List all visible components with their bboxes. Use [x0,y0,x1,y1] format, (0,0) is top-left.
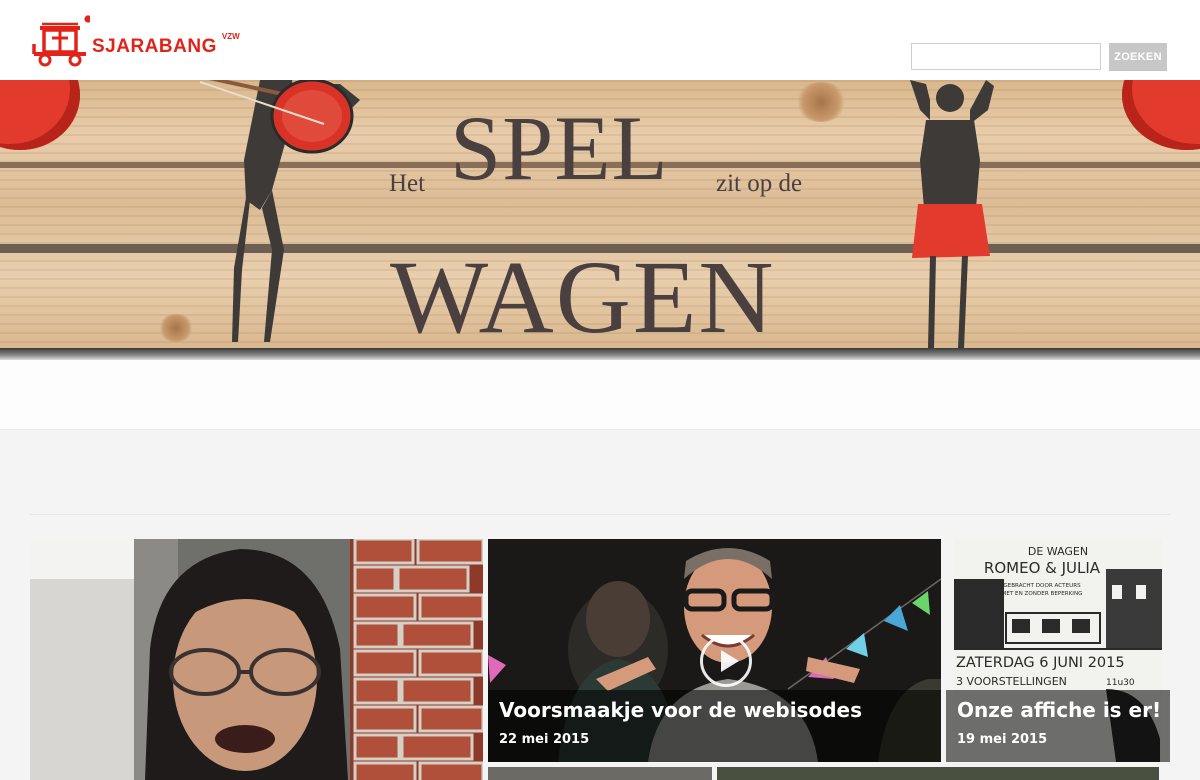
dancer-figure [910,80,994,348]
wood-knot [795,82,847,122]
curtain-left [0,80,80,150]
tile-caption: Voorsmaakje voor de webisodes 22 mei 201… [488,690,941,762]
tile-date: 22 mei 2015 [499,732,590,747]
banner-bottom-edge [0,348,1200,360]
banjo-player-figure [200,80,360,342]
section-divider [30,514,1170,515]
brand-name: SJARABANG [92,36,217,57]
news-tile-poster[interactable]: DE WAGEN ROMEO & JULIA GEBRACHT DOOR ACT… [946,539,1170,762]
banner-text-suffix: zit op de [716,170,803,197]
curtain-right [1122,80,1200,150]
banner-text-spel: SPEL [450,97,669,199]
banner-text-wagen: WAGEN [390,240,776,355]
poster-line-7: 11u30 [1106,678,1135,688]
tile-date: 19 mei 2015 [957,732,1048,747]
search-input[interactable] [911,43,1101,70]
site-logo[interactable]: SJARABANG VZW [30,14,240,68]
poster-line-5: ZATERDAG 6 JUNI 2015 [956,655,1125,671]
news-tile-portrait[interactable] [30,539,483,780]
tile-title[interactable]: Voorsmaakje voor de webisodes [499,696,930,724]
brand-suffix: VZW [221,32,240,41]
banner-text-prefix: Het [389,170,426,197]
news-tile-video[interactable]: Voorsmaakje voor de webisodes 22 mei 201… [488,539,941,762]
poster-line-1: DE WAGEN [1028,545,1088,558]
wood-knot [158,314,194,342]
news-tile-partial[interactable] [488,767,712,780]
poster-line-2: ROMEO & JULIA [984,559,1101,577]
content-spacer [0,360,1200,430]
poster-line-3: GEBRACHT DOOR ACTEURS [1003,583,1081,589]
poster-line-6: 3 VOORSTELLINGEN [956,675,1067,688]
tile-caption: Onze affiche is er! 19 mei 2015 [946,690,1170,762]
site-header: SJARABANG VZW ZOEKEN [0,0,1200,80]
play-icon[interactable] [700,635,752,687]
poster-line-4: MET EN ZONDER BEPERKING [1002,591,1083,597]
tile-title[interactable]: Onze affiche is er! [957,696,1161,724]
search-button[interactable]: ZOEKEN [1109,43,1167,71]
portrait-photo [30,539,483,780]
news-tile-partial[interactable] [717,767,1159,780]
wagon-logo-icon [32,15,90,67]
hero-banner: Het SPEL zit op de WAGEN [0,80,1200,360]
